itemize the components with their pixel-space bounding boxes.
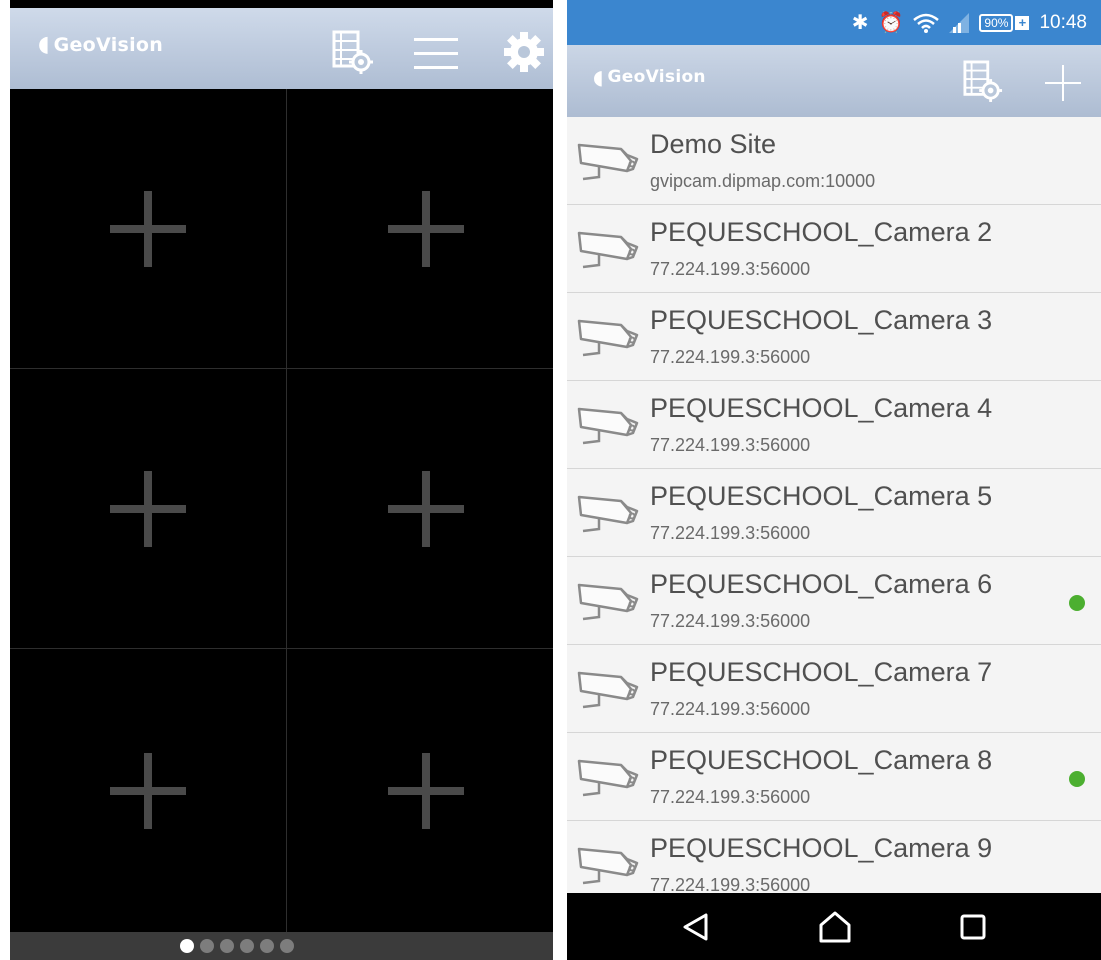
page-dot[interactable]	[259, 939, 274, 953]
logo-mark-icon: ◖	[38, 32, 50, 57]
camera-icon	[577, 407, 639, 445]
top-strip	[10, 0, 553, 8]
add-icon[interactable]	[1043, 63, 1083, 103]
camera-icon	[577, 583, 639, 621]
signal-icon	[949, 12, 970, 33]
alarm-icon: ⏰	[878, 12, 904, 34]
battery-level: 90%	[979, 13, 1014, 32]
plus-icon[interactable]	[110, 752, 186, 829]
clock: 10:48	[1039, 11, 1087, 33]
camera-icon	[577, 143, 639, 181]
camera-icon	[577, 319, 639, 357]
site-name: PEQUESCHOOL_Camera 2	[650, 217, 993, 247]
gear-icon[interactable]	[504, 32, 544, 72]
site-address: 77.224.199.3:56000	[650, 259, 811, 279]
site-name: PEQUESCHOOL_Camera 3	[650, 305, 993, 335]
camera-icon	[577, 759, 639, 797]
page-dot[interactable]	[199, 939, 214, 953]
camera-icon	[577, 671, 639, 709]
home-icon[interactable]	[818, 911, 852, 943]
site-row[interactable]: PEQUESCHOOL_Camera 3 77.224.199.3:56000	[567, 293, 1101, 381]
empty-channel-slot[interactable]	[10, 369, 287, 649]
page-dot[interactable]	[219, 939, 234, 953]
site-row[interactable]: Demo Site gvipcam.dipmap.com:10000	[567, 117, 1101, 205]
site-address: 77.224.199.3:56000	[650, 611, 811, 631]
site-name: PEQUESCHOOL_Camera 9	[650, 833, 993, 863]
page-dot[interactable]	[279, 939, 294, 953]
site-name: Demo Site	[650, 129, 777, 159]
online-status-dot	[1069, 595, 1085, 611]
site-name: PEQUESCHOOL_Camera 7	[650, 657, 993, 687]
site-row[interactable]: PEQUESCHOOL_Camera 6 77.224.199.3:56000	[567, 557, 1101, 645]
layout-settings-icon[interactable]	[332, 30, 374, 74]
app-bar: ◖ GeoVision	[10, 8, 553, 89]
battery-icon: 90% +	[979, 13, 1030, 32]
menu-icon[interactable]	[414, 36, 458, 72]
status-bar: ✱ ⏰ 90% + 10:48	[567, 0, 1101, 45]
site-address: 77.224.199.3:56000	[650, 787, 811, 807]
site-address: 77.224.199.3:56000	[650, 699, 811, 719]
plus-icon[interactable]	[387, 752, 464, 829]
site-list: Demo Site gvipcam.dipmap.com:10000 PEQUESC…	[567, 117, 1101, 893]
site-name: PEQUESCHOOL_Camera 5	[650, 481, 993, 511]
site-row[interactable]: PEQUESCHOOL_Camera 2 77.224.199.3:56000	[567, 205, 1101, 293]
logo-text: GeoVision	[607, 67, 706, 87]
back-icon[interactable]	[681, 912, 711, 942]
site-address: 77.224.199.3:56000	[650, 523, 811, 543]
site-row[interactable]: PEQUESCHOOL_Camera 4 77.224.199.3:56000	[567, 381, 1101, 469]
empty-channel-slot[interactable]	[287, 649, 553, 932]
page-indicator	[10, 932, 553, 960]
plus-icon[interactable]	[387, 470, 464, 547]
empty-channel-slot[interactable]	[287, 369, 553, 649]
page-dot[interactable]	[179, 939, 194, 953]
site-row[interactable]: PEQUESCHOOL_Camera 5 77.224.199.3:56000	[567, 469, 1101, 557]
live-view-screen: ◖ GeoVision	[10, 0, 553, 960]
site-name: PEQUESCHOOL_Camera 6	[650, 569, 993, 599]
camera-icon	[577, 847, 639, 885]
logo-mark-icon: ◖	[593, 65, 604, 89]
site-address: 77.224.199.3:56000	[650, 347, 811, 367]
layout-settings-icon[interactable]	[963, 60, 1003, 102]
plus-icon[interactable]	[110, 190, 186, 267]
site-row[interactable]: PEQUESCHOOL_Camera 7 77.224.199.3:56000	[567, 645, 1101, 733]
site-name: PEQUESCHOOL_Camera 8	[650, 745, 993, 775]
site-list-screen: ✱ ⏰ 90% + 10:48 ◖ GeoVision Demo Site gv…	[567, 0, 1101, 960]
site-row[interactable]: PEQUESCHOOL_Camera 8 77.224.199.3:56000	[567, 733, 1101, 821]
empty-channel-slot[interactable]	[287, 89, 553, 369]
logo-text: GeoVision	[53, 34, 164, 56]
wifi-icon	[913, 13, 940, 33]
bluetooth-icon: ✱	[851, 12, 869, 34]
geovision-logo: ◖ GeoVision	[38, 32, 164, 57]
page-dot[interactable]	[239, 939, 254, 953]
app-bar: ◖ GeoVision	[567, 45, 1101, 117]
geovision-logo: ◖ GeoVision	[593, 67, 706, 87]
site-name: PEQUESCHOOL_Camera 4	[650, 393, 993, 423]
site-address: 77.224.199.3:56000	[650, 875, 811, 893]
empty-channel-slot[interactable]	[10, 649, 287, 932]
camera-icon	[577, 231, 639, 269]
camera-icon	[577, 495, 639, 533]
navigation-bar	[567, 893, 1101, 960]
camera-grid	[10, 89, 553, 932]
online-status-dot	[1069, 771, 1085, 787]
site-row[interactable]: PEQUESCHOOL_Camera 9 77.224.199.3:56000	[567, 821, 1101, 893]
recents-icon[interactable]	[959, 913, 987, 941]
plus-icon[interactable]	[110, 470, 186, 547]
charging-icon: +	[1015, 15, 1030, 30]
site-address: 77.224.199.3:56000	[650, 435, 811, 455]
empty-channel-slot[interactable]	[10, 89, 287, 369]
site-address: gvipcam.dipmap.com:10000	[650, 171, 876, 191]
plus-icon[interactable]	[387, 190, 464, 267]
